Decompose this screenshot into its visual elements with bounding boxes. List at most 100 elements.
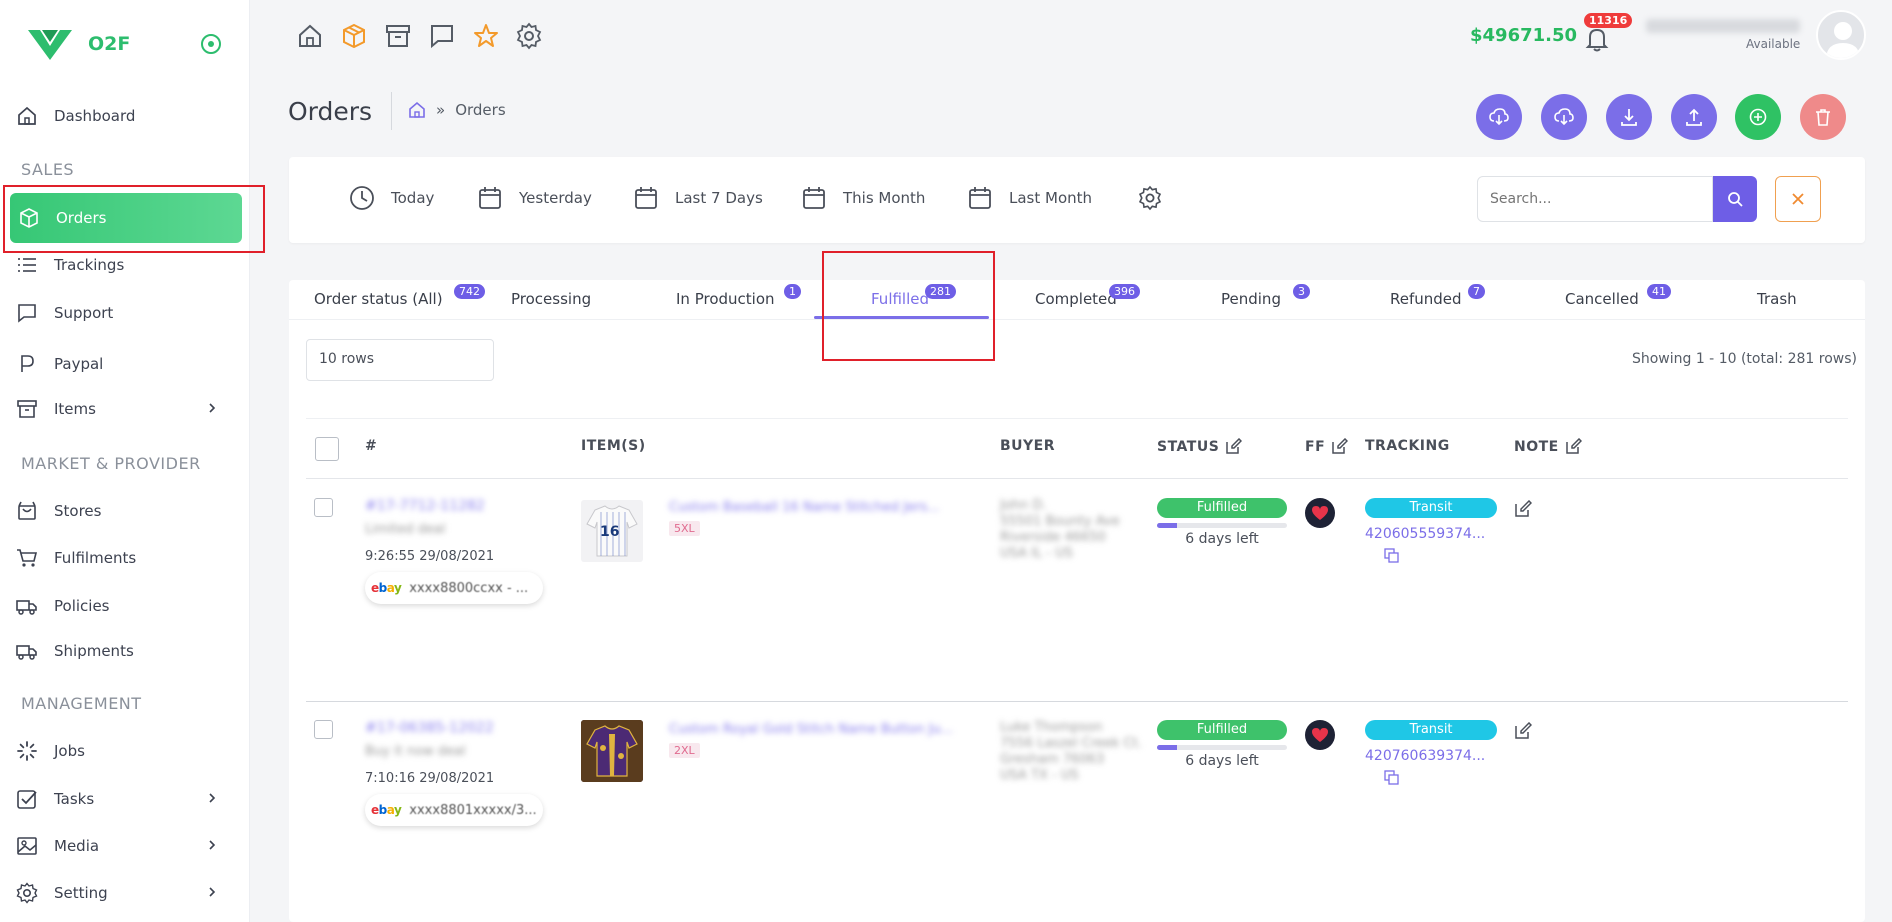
store-pill[interactable]: ebay xxxx8801xxxxx/3... — [365, 794, 543, 826]
edit-icon[interactable] — [1331, 438, 1349, 455]
order-id-link[interactable]: #17-7712-11282 — [365, 498, 485, 514]
tab-cancelled[interactable]: Cancelled 41 — [1565, 284, 1671, 330]
transit-badge[interactable]: Transit — [1365, 720, 1497, 740]
tab-count-badge: 3 — [1293, 284, 1310, 299]
user-name[interactable] — [1646, 19, 1800, 33]
rows-per-page-select[interactable]: 10 rows — [306, 339, 494, 381]
sidebar-item-label: Fulfilments — [54, 549, 137, 567]
home-icon[interactable] — [408, 101, 426, 119]
add-order-button[interactable] — [1735, 94, 1781, 140]
delete-button[interactable] — [1800, 94, 1846, 140]
order-id-link[interactable]: #17-06385-12022 — [365, 720, 494, 736]
sidebar-item-trackings[interactable]: Trackings — [8, 241, 242, 289]
sidebar-item-items[interactable]: Items — [8, 385, 242, 433]
sidebar-item-paypal[interactable]: Paypal — [8, 340, 242, 388]
item-thumbnail[interactable] — [581, 720, 643, 782]
tab-completed[interactable]: Completed 396 — [1035, 284, 1140, 330]
edit-note-icon[interactable] — [1514, 500, 1532, 518]
breadcrumb-separator: » — [436, 101, 446, 119]
bell-icon[interactable] — [1582, 24, 1612, 54]
tab-count-badge: 7 — [1468, 284, 1485, 299]
edit-icon[interactable] — [1225, 438, 1243, 455]
cloud-download-button[interactable] — [1476, 94, 1522, 140]
tab-count-badge: 396 — [1109, 284, 1140, 299]
tab-in-production[interactable]: In Production 1 — [676, 284, 801, 330]
item-title-link[interactable]: Custom Royal Gold Stitch Name Button Ju.… — [669, 722, 979, 737]
row-checkbox[interactable] — [314, 498, 333, 517]
topbar — [250, 0, 1892, 72]
tab-trash[interactable]: Trash — [1757, 290, 1797, 330]
sidebar-item-stores[interactable]: Stores — [8, 487, 242, 535]
copy-icon[interactable] — [1384, 770, 1399, 785]
filter-settings-button[interactable] — [1137, 185, 1163, 211]
search-button[interactable] — [1713, 176, 1757, 222]
fulfillment-provider-icon[interactable] — [1305, 720, 1335, 750]
tab-processing[interactable]: Processing — [511, 290, 591, 330]
tracking-number-link[interactable]: 420605559374... — [1365, 526, 1485, 542]
column-header-items: ITEM(S) — [581, 438, 646, 454]
fulfillment-provider-icon[interactable] — [1305, 498, 1335, 528]
tracking-number-link[interactable]: 420760639374... — [1365, 748, 1485, 764]
archive-icon[interactable] — [384, 22, 412, 50]
search-input[interactable] — [1477, 176, 1713, 222]
store-pill[interactable]: ebay xxxx8800ccxx - ... — [365, 572, 543, 604]
status-badge[interactable]: Fulfilled — [1157, 720, 1287, 740]
sidebar-item-shipments[interactable]: Shipments — [8, 627, 242, 675]
buyer-address: 7556 Laszel Creek Ct. — [1000, 736, 1142, 751]
tab-label: Order status (All) — [314, 290, 443, 308]
copy-icon[interactable] — [1384, 548, 1399, 563]
status-badge[interactable]: Fulfilled — [1157, 498, 1287, 518]
sidebar-item-media[interactable]: Media — [8, 822, 242, 870]
clear-search-button[interactable] — [1775, 176, 1821, 222]
filter-today[interactable]: Today — [349, 185, 434, 211]
column-header-buyer: BUYER — [1000, 438, 1056, 454]
box-icon[interactable] — [340, 22, 368, 50]
filter-yesterday[interactable]: Yesterday — [477, 185, 592, 211]
column-header-ff: FF — [1305, 438, 1349, 455]
edit-icon[interactable] — [1565, 438, 1582, 455]
download-button[interactable] — [1606, 94, 1652, 140]
select-all-checkbox[interactable] — [315, 437, 339, 461]
filter-last-month[interactable]: Last Month — [967, 185, 1092, 211]
sidebar-item-tasks[interactable]: Tasks — [8, 775, 242, 823]
sidebar-item-label: Dashboard — [54, 107, 136, 125]
upload-button[interactable] — [1671, 94, 1717, 140]
sidebar-item-jobs[interactable]: Jobs — [8, 727, 242, 775]
tab-pending[interactable]: Pending 3 — [1221, 284, 1310, 330]
item-thumbnail[interactable]: 16 — [581, 500, 643, 562]
chat-icon[interactable] — [428, 22, 456, 50]
row-checkbox[interactable] — [314, 720, 333, 739]
avatar[interactable] — [1816, 10, 1866, 60]
sidebar-item-support[interactable]: Support — [8, 289, 242, 337]
tab-label: Cancelled — [1565, 290, 1639, 308]
star-icon[interactable] — [472, 22, 500, 50]
tab-count-badge: 1 — [784, 284, 801, 299]
sidebar-item-fulfilments[interactable]: Fulfilments — [8, 534, 242, 582]
home-icon[interactable] — [296, 22, 324, 50]
sidebar-item-dashboard[interactable]: Dashboard — [8, 92, 242, 140]
trash-icon — [1816, 109, 1830, 126]
transit-badge[interactable]: Transit — [1365, 498, 1497, 518]
filter-label: This Month — [843, 189, 926, 207]
search-icon — [1728, 192, 1743, 207]
edit-note-icon[interactable] — [1514, 722, 1532, 740]
target-icon[interactable] — [200, 33, 222, 55]
sidebar-section-market: MARKET & PROVIDER — [21, 454, 201, 473]
filter-last-7-days[interactable]: Last 7 Days — [633, 185, 763, 211]
date-filter-bar: Today Yesterday Last 7 Days This Month L… — [289, 157, 1865, 243]
tab-refunded[interactable]: Refunded 7 — [1390, 284, 1485, 330]
tab-order-status-all[interactable]: Order status (All) 742 — [314, 284, 485, 330]
item-size-tag: 2XL — [669, 743, 700, 758]
sidebar-item-setting[interactable]: Setting — [8, 869, 242, 917]
cloud-download-alt-button[interactable] — [1541, 94, 1587, 140]
truck-icon — [16, 640, 38, 662]
chevron-right-icon — [209, 840, 216, 850]
item-title-link[interactable]: Custom Baseball 16 Name Stitched Jers... — [669, 500, 979, 515]
tab-count-badge: 41 — [1647, 284, 1671, 299]
gear-icon[interactable] — [515, 22, 543, 50]
column-header-label: STATUS — [1157, 438, 1220, 455]
filter-this-month[interactable]: This Month — [801, 185, 925, 211]
sidebar-item-policies[interactable]: Policies — [8, 582, 242, 630]
app-logo[interactable]: O2F — [28, 28, 130, 60]
sidebar-item-label: Policies — [54, 597, 110, 615]
